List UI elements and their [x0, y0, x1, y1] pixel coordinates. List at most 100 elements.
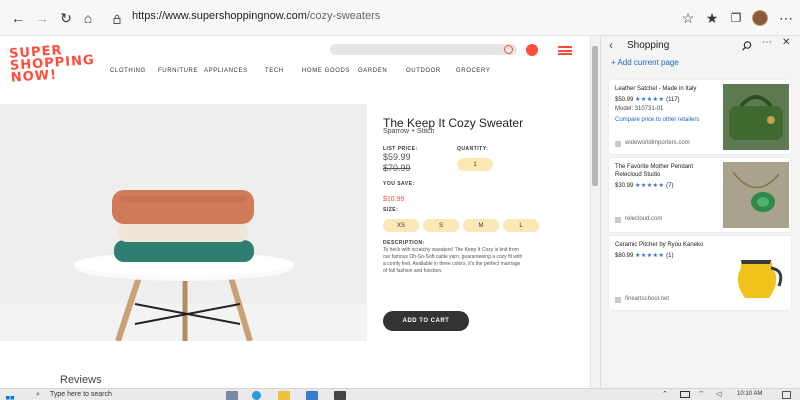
list-price: $59.99 [383, 152, 411, 162]
collections-icon[interactable]: ❐ [726, 8, 746, 28]
web-page: SUPER SHOPPING NOW! CLOTHING FURNITURE A… [0, 36, 590, 388]
nav-furniture[interactable]: FURNITURE [158, 68, 198, 74]
shopping-panel: ‹ Shopping ⋯ ✕ + Add current page Leathe… [600, 36, 800, 388]
shopping-item-card[interactable]: Ceramic Pitcher by Ryou Kaneko $80.99 ★★… [609, 236, 791, 310]
item-name[interactable]: Leather Satchel - Made in Italy [615, 86, 696, 92]
favorites-icon[interactable]: ★ [702, 8, 722, 28]
notifications-icon[interactable] [782, 391, 791, 399]
quantity-input[interactable]: 1 [457, 158, 493, 171]
description-label: DESCRIPTION: [383, 240, 425, 246]
tray-chevron-icon[interactable]: ⌃ [662, 390, 668, 398]
task-view-icon[interactable] [226, 391, 238, 400]
retailer-name[interactable]: relecloud.com [625, 216, 662, 222]
logo-line: NOW! [10, 67, 58, 86]
rating-count: (7) [666, 183, 674, 189]
volume-icon[interactable]: ◁ [716, 390, 721, 398]
store-icon[interactable] [334, 391, 346, 400]
url-path: /cozy-sweaters [306, 10, 381, 22]
product-thumbnail[interactable] [723, 240, 789, 306]
size-s-button[interactable]: S [423, 219, 459, 232]
size-l-button[interactable]: L [503, 219, 539, 232]
refresh-icon[interactable]: ↻ [56, 8, 76, 28]
item-price: $30.99 [615, 183, 634, 189]
more-icon[interactable]: ⋯ [776, 8, 796, 28]
site-search-input[interactable] [330, 44, 517, 55]
item-price-rating: $50.99 ★★★★★ (117) [615, 96, 680, 103]
close-icon[interactable]: ✕ [782, 37, 790, 48]
address-bar[interactable]: https://www.supershoppingnow.com/cozy-sw… [104, 6, 664, 28]
star-rating-icon: ★★★★★ [635, 253, 665, 259]
cart-icon[interactable] [526, 44, 538, 56]
rating-count: (117) [666, 97, 680, 103]
profile-avatar[interactable] [752, 10, 768, 26]
site-logo[interactable]: SUPER SHOPPING NOW! [9, 43, 95, 86]
star-rating-icon: ★★★★★ [635, 183, 665, 189]
item-name[interactable]: The Favorite Mother Pendant [615, 164, 693, 170]
shopping-panel-title: Shopping [627, 40, 670, 51]
product-image [0, 104, 367, 342]
nav-outdoor[interactable]: OUTDOOR [406, 68, 441, 74]
item-model: Model: 310731-01 [615, 106, 664, 112]
shopping-item-card[interactable]: The Favorite Mother Pendant Relecloud St… [609, 158, 791, 232]
nav-grocery[interactable]: GROCERY [456, 68, 490, 74]
search-icon[interactable] [741, 39, 753, 51]
menu-icon[interactable] [558, 46, 572, 55]
shopping-panel-header: ‹ Shopping ⋯ ✕ [601, 36, 800, 60]
size-xs-button[interactable]: XS [383, 219, 419, 232]
mail-icon[interactable] [306, 391, 318, 400]
back-chevron-icon[interactable]: ‹ [609, 38, 613, 52]
rating-count: (1) [666, 253, 674, 259]
size-label: SIZE: [383, 207, 399, 213]
lock-icon [112, 11, 122, 24]
retailer-name[interactable]: fineartschool.net [625, 296, 669, 302]
quantity-label: QUANTITY: [457, 146, 489, 152]
windows-start-icon[interactable] [6, 391, 14, 400]
item-price-rating: $80.99 ★★★★★ (1) [615, 252, 673, 259]
taskbar-search-input[interactable]: Type here to search [50, 391, 112, 398]
nav-tech[interactable]: TECH [265, 68, 284, 74]
retailer-logo-icon [615, 217, 621, 223]
reviews-heading: Reviews [60, 374, 102, 386]
shopping-item-card[interactable]: Leather Satchel - Made in Italy $50.99 ★… [609, 80, 791, 154]
you-save-label: YOU SAVE: [383, 181, 415, 187]
add-current-page-link[interactable]: + Add current page [611, 58, 679, 67]
nav-clothing[interactable]: CLOTHING [110, 68, 146, 74]
retailer-logo-icon [615, 141, 621, 147]
nav-appliances[interactable]: APPLIANCES [204, 68, 248, 74]
browser-toolbar: ← → ↻ ⌂ https://www.supershoppingnow.com… [0, 0, 800, 36]
search-icon[interactable] [504, 45, 513, 54]
battery-icon[interactable] [680, 391, 690, 398]
old-price: $70.99 [383, 163, 411, 173]
search-icon[interactable]: ⌕ [36, 391, 40, 399]
product-description: To heck with scratchy sweaters! The Keep… [383, 247, 523, 274]
retailer-name[interactable]: wideworldimporters.com [625, 140, 690, 146]
item-name-line2[interactable]: Relecloud Studio [615, 172, 660, 178]
item-price-rating: $30.99 ★★★★★ (7) [615, 182, 673, 189]
item-price: $50.99 [615, 97, 634, 103]
star-rating-icon: ★★★★★ [635, 97, 665, 103]
compare-price-link[interactable]: Compare price to other retailers [615, 117, 699, 123]
nav-garden[interactable]: GARDEN [358, 68, 387, 74]
clock[interactable]: 10:10 AM [737, 391, 762, 397]
add-favorite-icon[interactable]: ☆ [678, 8, 698, 28]
edge-icon[interactable] [252, 391, 261, 400]
item-price: $80.99 [615, 253, 634, 259]
add-to-cart-button[interactable]: ADD TO CART [383, 311, 469, 331]
back-icon[interactable]: ← [8, 8, 28, 28]
more-options-icon[interactable]: ⋯ [762, 37, 772, 48]
product-thumbnail[interactable] [723, 162, 789, 228]
network-icon[interactable]: ⌔ [698, 390, 705, 399]
home-icon[interactable]: ⌂ [78, 8, 98, 28]
file-explorer-icon[interactable] [278, 391, 290, 400]
windows-taskbar: ⌕ Type here to search ⌃ ⌔ ◁ 10:10 AM [0, 388, 800, 400]
retailer-logo-icon [615, 297, 621, 303]
forward-icon[interactable]: → [32, 8, 52, 28]
you-save-amount: $10.99 [383, 196, 405, 203]
product-thumbnail[interactable] [723, 84, 789, 150]
item-name[interactable]: Ceramic Pitcher by Ryou Kaneko [615, 242, 703, 248]
product-brand[interactable]: Sparrow + Stitch [383, 128, 435, 135]
url-text: https://www.supershoppingnow.com/cozy-sw… [132, 10, 380, 22]
size-m-button[interactable]: M [463, 219, 499, 232]
nav-home-goods[interactable]: HOME GOODS [302, 68, 350, 74]
page-scrollbar-thumb[interactable] [592, 46, 598, 186]
